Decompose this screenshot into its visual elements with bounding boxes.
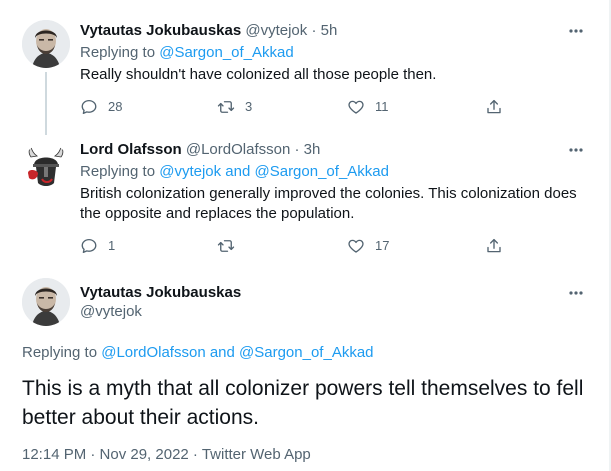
main-tweet: Vytautas Jokubauskas @vytejok Replying t… bbox=[0, 0, 609, 471]
main-tweet-text: This is a myth that all colonizer powers… bbox=[22, 377, 584, 429]
more-icon bbox=[569, 291, 583, 295]
tweet-thread-page: Vytautas Jokubauskas @vytejok · 5h Reply… bbox=[0, 0, 611, 471]
main-author-handle[interactable]: @vytejok bbox=[80, 302, 142, 322]
replying-prefix: Replying to bbox=[22, 344, 98, 361]
replying-to-link[interactable]: @LordOlafsson and @Sargon_of_Akkad bbox=[101, 344, 373, 361]
portrait-photo bbox=[22, 278, 70, 326]
more-button[interactable] bbox=[566, 283, 586, 303]
main-author-name[interactable]: Vytautas Jokubauskas bbox=[80, 283, 241, 303]
main-tweet-timestamp[interactable]: 12:14 PM · Nov 29, 2022 · Twitter Web Ap… bbox=[22, 445, 311, 465]
main-replying-to: Replying to @LordOlafsson and @Sargon_of… bbox=[22, 343, 374, 363]
avatar-main-vytejok[interactable] bbox=[22, 278, 70, 326]
